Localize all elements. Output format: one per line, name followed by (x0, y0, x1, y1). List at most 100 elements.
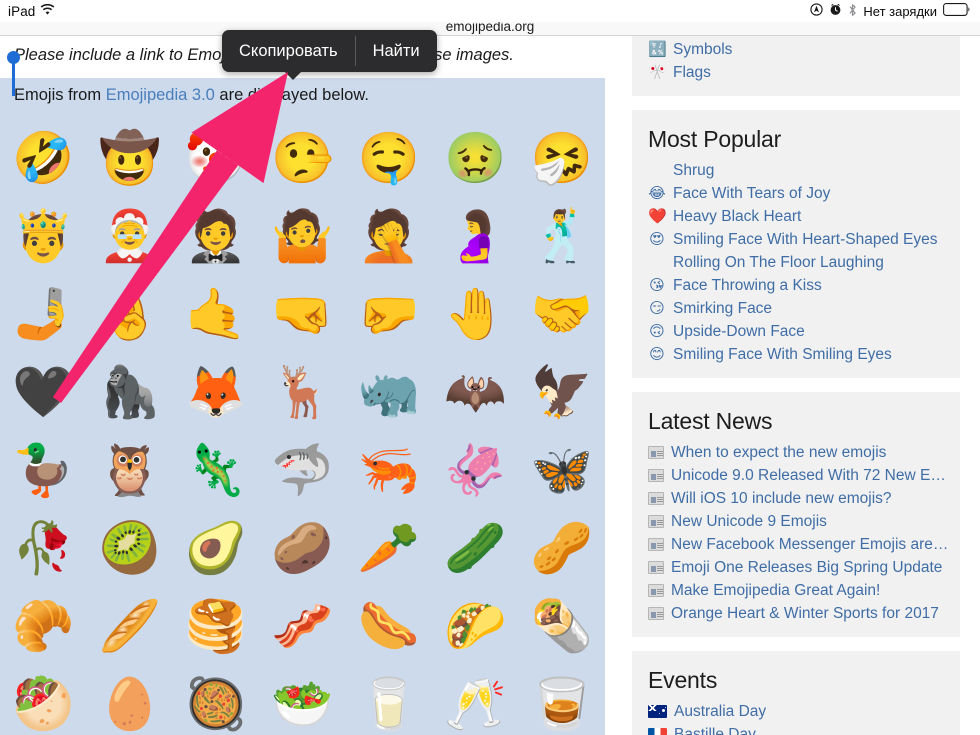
news-item[interactable]: Orange Heart & Winter Sports for 2017 (632, 602, 960, 625)
popular-item[interactable]: •Rolling On The Floor Laughing (632, 251, 960, 274)
emoji-left-facing-fist[interactable]: 🤛 (346, 275, 432, 353)
emoji-crossed-fingers[interactable]: 🤞 (86, 275, 172, 353)
news-article-icon (648, 607, 664, 620)
emoji-lizard[interactable]: 🦎 (173, 431, 259, 509)
most-popular-card: Most Popular •Shrug 😂 Face With Tears of J… (632, 110, 960, 378)
popular-item[interactable]: •Shrug (632, 159, 960, 182)
popular-item[interactable]: 😘 Face Throwing a Kiss (632, 274, 960, 297)
emoji-shark[interactable]: 🦈 (259, 431, 345, 509)
emoji-hot-dog[interactable]: 🌭 (346, 587, 432, 665)
emoji-shrimp[interactable]: 🦐 (346, 431, 432, 509)
event-item[interactable]: Bastille Day (632, 723, 960, 735)
emoji-bat[interactable]: 🦇 (432, 353, 518, 431)
popular-item[interactable]: 😍 Smiling Face With Heart-Shaped Eyes (632, 228, 960, 251)
emoji-rolling-on-the-floor-laughing[interactable]: 🤣 (0, 119, 86, 197)
emoji-black-heart[interactable]: 🖤 (0, 353, 86, 431)
news-article-icon (648, 515, 664, 528)
emoji-tumbler-glass[interactable]: 🥃 (519, 665, 605, 735)
alarm-icon (829, 3, 842, 19)
news-item-label: New Facebook Messenger Emojis are… (671, 536, 949, 553)
battery-status-label: Нет зарядки (863, 3, 937, 19)
popular-item[interactable]: 🙃 Upside-Down Face (632, 320, 960, 343)
emoji-green-salad[interactable]: 🥗 (259, 665, 345, 735)
popular-item[interactable]: ❤️ Heavy Black Heart (632, 205, 960, 228)
emoji-face-palm[interactable]: 🤦 (346, 197, 432, 275)
news-item[interactable]: New Facebook Messenger Emojis are… (632, 533, 960, 556)
emoji-shallow-pan-of-food[interactable]: 🥘 (173, 665, 259, 735)
emoji-handshake[interactable]: 🤝 (519, 275, 605, 353)
emoji-peanuts[interactable]: 🥜 (519, 509, 605, 587)
news-item[interactable]: Emoji One Releases Big Spring Update (632, 556, 960, 579)
emoji-shrug[interactable]: 🤷 (259, 197, 345, 275)
emoji-clinking-glasses[interactable]: 🥂 (432, 665, 518, 735)
emoji-right-facing-fist[interactable]: 🤜 (259, 275, 345, 353)
emoji-owl[interactable]: 🦉 (86, 431, 172, 509)
emoji-bacon[interactable]: 🥓 (259, 587, 345, 665)
emoji-carrot[interactable]: 🥕 (346, 509, 432, 587)
emoji-squid[interactable]: 🦑 (432, 431, 518, 509)
news-item-label: When to expect the new emojis (671, 444, 887, 461)
emoji-nauseated-face[interactable]: 🤢 (432, 119, 518, 197)
flag-au-icon (648, 705, 667, 718)
news-item-label: Orange Heart & Winter Sports for 2017 (671, 605, 939, 622)
popular-item[interactable]: 😂 Face With Tears of Joy (632, 182, 960, 205)
emoji-rhinoceros[interactable]: 🦏 (346, 353, 432, 431)
news-item-label: Make Emojipedia Great Again! (671, 582, 881, 599)
emoji-egg[interactable]: 🥚 (86, 665, 172, 735)
emoji-gorilla[interactable]: 🦍 (86, 353, 172, 431)
category-item-symbols[interactable]: 🔣 Symbols (632, 38, 960, 61)
emoji-cucumber[interactable]: 🥒 (432, 509, 518, 587)
emoji-man-in-tuxedo[interactable]: 🤵 (173, 197, 259, 275)
popular-item-glyph-icon: ❤️ (648, 207, 667, 225)
news-item[interactable]: When to expect the new emojis (632, 441, 960, 464)
emoji-glass-of-milk[interactable]: 🥛 (346, 665, 432, 735)
intro-paragraph: Emojis from Emojipedia 3.0 are displayed… (0, 78, 605, 114)
popular-item-glyph-icon: 😘 (649, 276, 665, 294)
emoji-croissant[interactable]: 🥐 (0, 587, 86, 665)
emoji-taco[interactable]: 🌮 (432, 587, 518, 665)
find-button[interactable]: Найти (356, 30, 437, 72)
emoji-avocado[interactable]: 🥑 (173, 509, 259, 587)
news-item[interactable]: Make Emojipedia Great Again! (632, 579, 960, 602)
emoji-mother-christmas[interactable]: 🤶 (86, 197, 172, 275)
selected-text-block[interactable]: Emojis from Emojipedia 3.0 are displayed… (0, 51, 605, 115)
popular-item-glyph-icon: 😏 (649, 299, 665, 317)
popular-item[interactable]: 😊 Smiling Face With Smiling Eyes (632, 343, 960, 366)
selection-start-handle[interactable] (7, 51, 20, 97)
emoji-pancakes[interactable]: 🥞 (173, 587, 259, 665)
emoji-duck[interactable]: 🦆 (0, 431, 86, 509)
copy-button[interactable]: Скопировать (222, 30, 355, 72)
emoji-clown-face[interactable]: 🤡 (173, 119, 259, 197)
emoji-potato[interactable]: 🥔 (259, 509, 345, 587)
event-item[interactable]: Australia Day (632, 700, 960, 723)
emoji-drooling-face[interactable]: 🤤 (346, 119, 432, 197)
emoji-burrito[interactable]: 🌯 (519, 587, 605, 665)
emoji-butterfly[interactable]: 🦋 (519, 431, 605, 509)
news-item-label: Will iOS 10 include new emojis? (671, 490, 892, 507)
news-item[interactable]: Will iOS 10 include new emojis? (632, 487, 960, 510)
emoji-sneezing-face[interactable]: 🤧 (519, 119, 605, 197)
bluetooth-icon (848, 3, 857, 20)
emoji-eagle[interactable]: 🦅 (519, 353, 605, 431)
flag-fr-icon (648, 728, 667, 735)
emoji-fox-face[interactable]: 🦊 (173, 353, 259, 431)
news-item[interactable]: Unicode 9.0 Released With 72 New E… (632, 464, 960, 487)
news-item[interactable]: New Unicode 9 Emojis (632, 510, 960, 533)
emoji-selfie[interactable]: 🤳 (0, 275, 86, 353)
emoji-prince[interactable]: 🤴 (0, 197, 86, 275)
emoji-kiwifruit[interactable]: 🥝 (86, 509, 172, 587)
emoji-cowboy-hat-face[interactable]: 🤠 (86, 119, 172, 197)
emoji-deer[interactable]: 🦌 (259, 353, 345, 431)
emojipedia-version-link[interactable]: Emojipedia 3.0 (106, 86, 215, 104)
emoji-wilted-flower[interactable]: 🥀 (0, 509, 86, 587)
category-item-flags[interactable]: 🎌 Flags (632, 61, 960, 84)
emoji-stuffed-flatbread[interactable]: 🥙 (0, 665, 86, 735)
emoji-lying-face[interactable]: 🤥 (259, 119, 345, 197)
news-article-icon (648, 538, 664, 551)
emoji-pregnant-woman[interactable]: 🤰 (432, 197, 518, 275)
emoji-call-me-hand[interactable]: 🤙 (173, 275, 259, 353)
emoji-man-dancing[interactable]: 🕺 (519, 197, 605, 275)
emoji-raised-back-of-hand[interactable]: 🤚 (432, 275, 518, 353)
emoji-baguette-bread[interactable]: 🥖 (86, 587, 172, 665)
popular-item[interactable]: 😏 Smirking Face (632, 297, 960, 320)
